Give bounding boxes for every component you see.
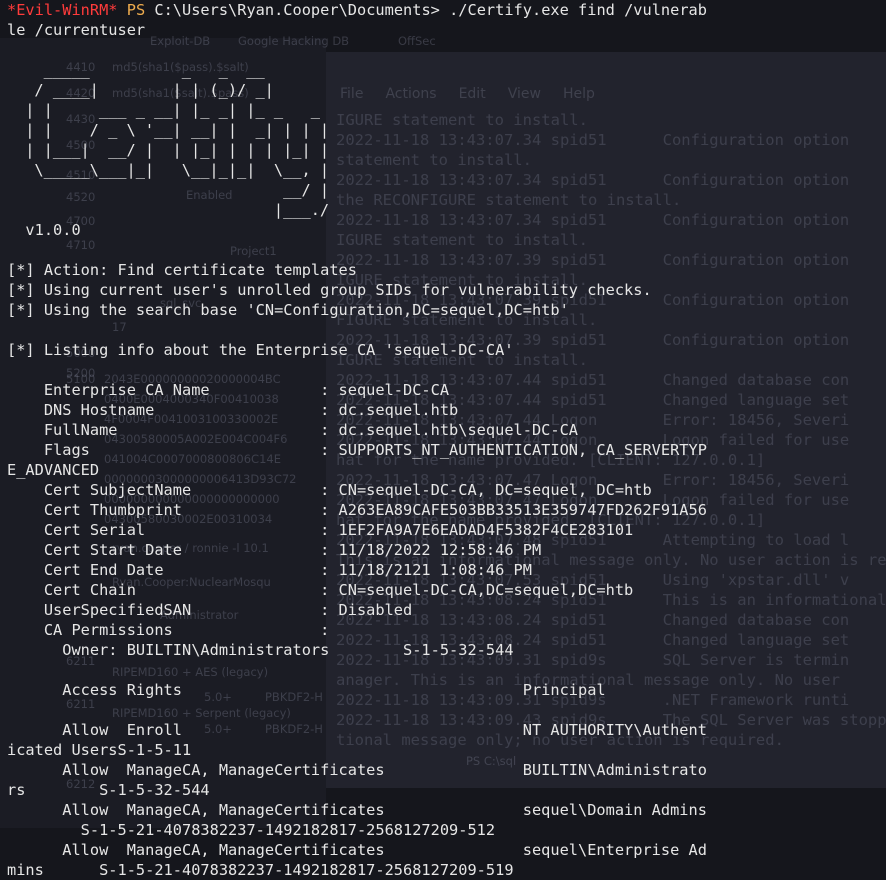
terminal-line: Allow Enroll NT AUTHORITY\Authent bbox=[7, 721, 707, 739]
terminal-line: [*] Listing info about the Enterprise CA… bbox=[7, 341, 514, 359]
terminal-line: Owner: BUILTIN\Administrators S-1-5-32-5… bbox=[7, 641, 514, 659]
terminal-line: FullName : dc.sequel.htb\sequel-DC-CA bbox=[7, 421, 578, 439]
terminal-line: rs S-1-5-32-544 bbox=[7, 781, 210, 799]
terminal-line: Flags : SUPPORTS_NT_AUTHENTICATION, CA_S… bbox=[7, 441, 707, 459]
terminal-line: CA Permissions : bbox=[7, 621, 330, 639]
evil-winrm-prompt: *Evil-WinRM* bbox=[7, 1, 118, 19]
terminal-line: Cert Serial : 1EF2FA9A7E6EADAD4F5382F4CE… bbox=[7, 521, 634, 539]
terminal-line: Cert End Date : 11/18/2121 1:08:46 PM bbox=[7, 561, 532, 579]
terminal-line: Allow ManageCA, ManageCertificates BUILT… bbox=[7, 761, 707, 779]
terminal-line: S-1-5-21-4078382237-1492182817-256812720… bbox=[7, 821, 496, 839]
terminal-output: [*] Action: Find certificate templates [*… bbox=[7, 260, 886, 880]
terminal-line: Allow ManageCA, ManageCertificates seque… bbox=[7, 841, 707, 859]
terminal-line: UserSpecifiedSAN : Disabled bbox=[7, 601, 413, 619]
terminal-line: icated UsersS-1-5-11 bbox=[7, 741, 192, 759]
ps-prompt-label: PS bbox=[126, 1, 146, 19]
terminal-line: DNS Hostname : dc.sequel.htb bbox=[7, 401, 459, 419]
command-text: ./Certify.exe find /vulnerab bbox=[449, 1, 707, 19]
terminal-line: Cert Thumbprint : A263EA89CAFE503BB33513… bbox=[7, 501, 707, 519]
terminal-line: Enterprise CA Name : sequel-DC-CA bbox=[7, 381, 450, 399]
terminal-line: E_ADVANCED bbox=[7, 461, 100, 479]
certify-ascii-banner: _____ _ _ __ / ____| | | (_)/ _| | | ___… bbox=[25, 61, 330, 219]
terminal-line: Cert Start Date : 11/18/2022 12:58:46 PM bbox=[7, 541, 542, 559]
terminal-line: [*] Using current user's unrolled group … bbox=[7, 281, 652, 299]
terminal-line: Cert Chain : CN=sequel-DC-CA,DC=sequel,D… bbox=[7, 581, 634, 599]
command-line: *Evil-WinRM* PS C:\Users\Ryan.Cooper\Doc… bbox=[7, 0, 886, 20]
terminal-line: Cert SubjectName : CN=sequel-DC-CA, DC=s… bbox=[7, 481, 652, 499]
terminal-line: Access Rights Principal bbox=[7, 681, 606, 699]
terminal-line: Allow ManageCA, ManageCertificates seque… bbox=[7, 801, 707, 819]
terminal-line: mins S-1-5-21-4078382237-1492182817-2568… bbox=[7, 861, 514, 879]
prompt-path: C:\Users\Ryan.Cooper\Documents> bbox=[154, 1, 440, 19]
certify-version: v1.0.0 bbox=[7, 221, 81, 239]
terminal-line: [*] Action: Find certificate templates bbox=[7, 261, 357, 279]
command-wrap: le /currentuser bbox=[7, 21, 146, 39]
terminal-line: [*] Using the search base 'CN=Configurat… bbox=[7, 301, 569, 319]
